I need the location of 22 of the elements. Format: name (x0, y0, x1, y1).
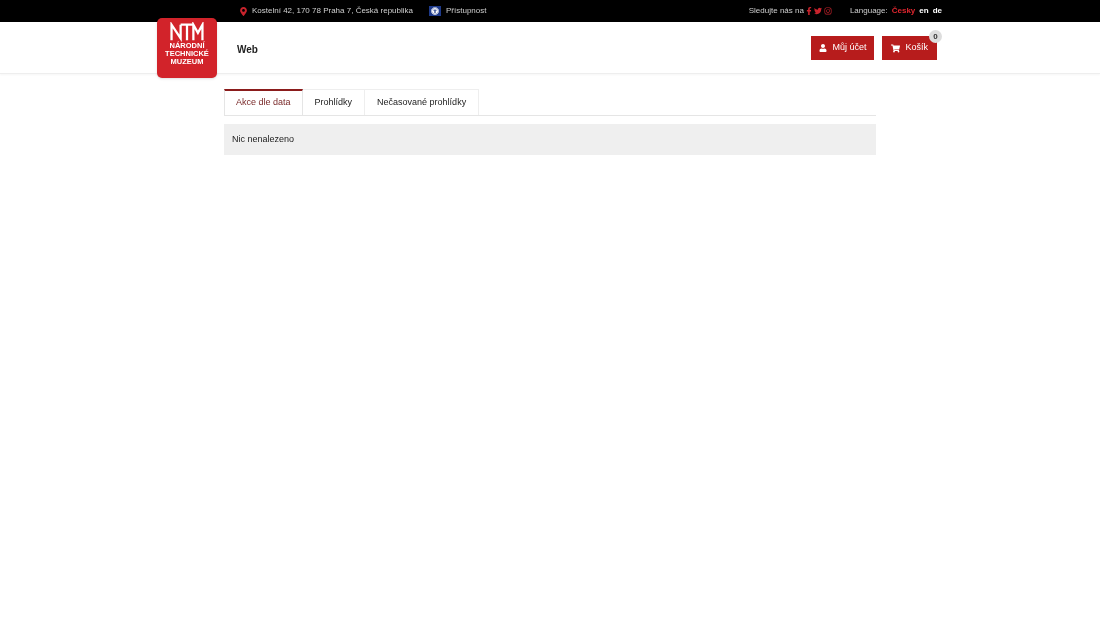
address-text: Kostelní 42, 170 78 Praha 7, Česká republika (252, 5, 413, 17)
account-button[interactable]: Můj účet (811, 36, 875, 60)
facebook-icon[interactable] (805, 7, 812, 15)
cart-count-badge: 0 (929, 30, 942, 43)
accessibility-icon (429, 6, 441, 16)
language-label: Language: (849, 5, 888, 17)
tab[interactable]: Nečasované prohlídky (365, 89, 480, 115)
tab[interactable]: Akce dle data (224, 89, 303, 115)
instagram-icon[interactable] (823, 7, 832, 15)
language-link[interactable]: en (919, 5, 929, 17)
follow-label: Sledujte nás na (748, 5, 804, 17)
location-pin-icon (240, 6, 247, 16)
language-link[interactable]: de (932, 5, 942, 17)
logo-mark-icon (169, 22, 205, 42)
user-icon (819, 44, 828, 52)
empty-message: Nic nenalezeno (224, 124, 876, 155)
tab[interactable]: Prohlídky (302, 89, 366, 115)
site-title: Web (237, 43, 258, 57)
twitter-icon[interactable] (813, 7, 822, 15)
cart-icon (891, 43, 901, 53)
language-link[interactable]: Česky (891, 5, 916, 17)
accessibility-link[interactable]: Přístupnost (429, 5, 487, 17)
